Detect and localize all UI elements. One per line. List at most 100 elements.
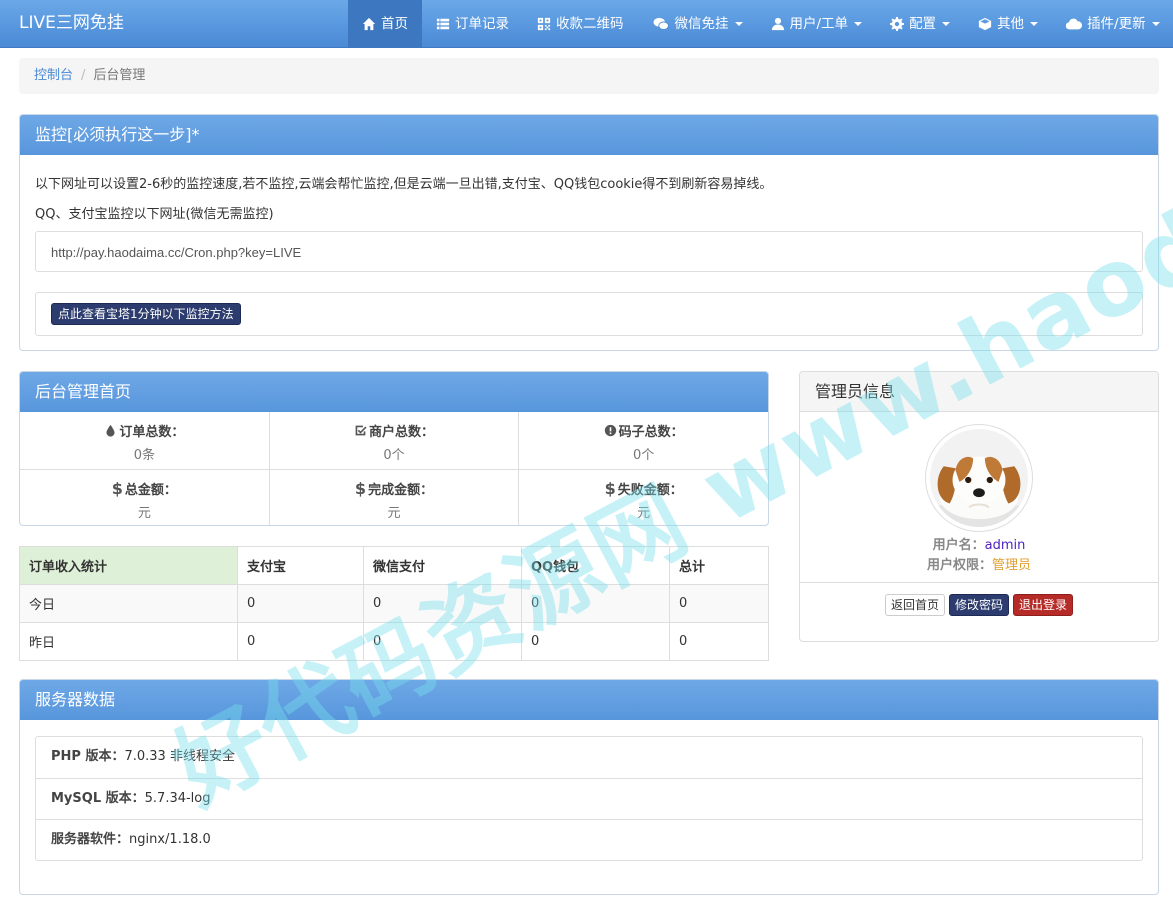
- stat-order-total-value: 0条: [133, 448, 155, 463]
- server-info-value: 5.7.34-log: [144, 791, 211, 806]
- nav-other[interactable]: 其他: [964, 0, 1052, 48]
- table-row: 今日 0 0 0 0: [19, 584, 769, 623]
- admin-button-row: 返回首页 修改密码 退出登录: [800, 594, 1158, 616]
- server-data-panel: 服务器数据 PHP 版本：7.0.33 非线程安全 MySQL 版本：5.7.3…: [19, 679, 1159, 895]
- table-cell: 0: [521, 584, 670, 623]
- table-cell: 0: [237, 584, 364, 623]
- stats-panel-title: 后台管理首页: [20, 372, 768, 412]
- table-header: 支付宝: [237, 546, 364, 585]
- table-header: 微信支付: [363, 546, 522, 585]
- stat-amount-total-label: $ 总金额：: [20, 479, 269, 498]
- table-row: 昨日 0 0 0 0: [19, 622, 769, 661]
- breadcrumb-separator: /: [81, 68, 86, 83]
- stat-amount-complete-label: $ 完成金额：: [270, 479, 519, 498]
- caret-down-icon: [942, 22, 951, 26]
- stats-grid: 订单总数： 0条 商户总数： 0个 码子总数： 0个 $ 总金额： 元 $ 完成…: [20, 412, 768, 525]
- table-cell: 0: [363, 584, 522, 623]
- nav-user[interactable]: 用户/工单: [757, 0, 877, 48]
- list-item: PHP 版本：7.0.33 非线程安全: [36, 737, 1142, 778]
- role-label: 用户权限：: [926, 558, 992, 573]
- stat-label-text: 订单总数：: [119, 425, 185, 440]
- stat-merchant-total-value: 0个: [383, 448, 405, 463]
- stat-label-text: 商户总数：: [369, 425, 435, 440]
- stat-amount-total: $ 总金额： 元: [20, 470, 269, 525]
- server-panel-title: 服务器数据: [20, 680, 1158, 720]
- stat-order-total-label: 订单总数：: [20, 421, 269, 440]
- stats-panel: 后台管理首页 订单总数： 0条 商户总数： 0个 码子总数： 0个 $ 总金额：…: [19, 371, 769, 526]
- server-info-label: MySQL 版本：: [51, 791, 145, 806]
- stat-amount-complete: $ 完成金额： 元: [268, 470, 519, 525]
- back-home-button[interactable]: 返回首页: [884, 594, 945, 616]
- nav-qrcode[interactable]: 收款二维码: [523, 0, 638, 48]
- caret-down-icon: [1151, 22, 1160, 26]
- monitor-button-box: 点此查看宝塔1分钟以下监控方法: [35, 292, 1143, 336]
- monitor-url[interactable]: http://pay.haodaima.cc/Cron.php?key=LIVE: [51, 245, 301, 260]
- server-info-value: nginx/1.18.0: [129, 832, 211, 847]
- caret-down-icon: [1030, 22, 1039, 26]
- server-info-label: 服务器软件：: [51, 832, 130, 847]
- stat-merchant-total-label: 商户总数：: [270, 421, 519, 440]
- nav-user-label: 用户/工单: [789, 16, 849, 32]
- stat-merchant-total: 商户总数： 0个: [268, 412, 519, 469]
- cube-icon: [978, 17, 992, 31]
- nav-plugins[interactable]: 插件/更新: [1052, 0, 1173, 48]
- table-cell: 0: [363, 622, 522, 661]
- nav-wechat-label: 微信免挂: [674, 16, 729, 32]
- nav-qrcode-label: 收款二维码: [556, 16, 624, 32]
- avatar: [925, 424, 1033, 532]
- user-icon: [771, 17, 784, 31]
- breadcrumb: 控制台 / 后台管理: [19, 58, 1159, 94]
- brand-title[interactable]: LIVE三网免挂: [19, 0, 124, 48]
- stats-row: 订单总数： 0条 商户总数： 0个 码子总数： 0个: [20, 412, 768, 469]
- dollar-icon: $: [354, 479, 367, 498]
- stat-code-total: 码子总数： 0个: [518, 412, 768, 469]
- stat-amount-total-value: 元: [137, 506, 151, 521]
- gear-icon: [890, 17, 905, 31]
- list-item: 服务器软件：nginx/1.18.0: [36, 819, 1142, 860]
- wechat-icon: [653, 17, 669, 30]
- qrcode-icon: [537, 17, 551, 31]
- table-cell: 0: [669, 584, 769, 623]
- nav-orders[interactable]: 订单记录: [422, 0, 523, 48]
- home-icon: [362, 17, 376, 31]
- stat-label-text: 码子总数：: [618, 425, 684, 440]
- caret-down-icon: [854, 22, 863, 26]
- nav-orders-label: 订单记录: [455, 16, 509, 32]
- server-info-list: PHP 版本：7.0.33 非线程安全 MySQL 版本：5.7.34-log …: [35, 736, 1143, 861]
- admin-info-panel: 管理员信息 用户名：admin 用户权限：管理员 返回首页 修改密码 退出登录: [799, 371, 1159, 642]
- list-icon: [436, 18, 450, 30]
- table-cell: 0: [237, 622, 364, 661]
- nav-other-label: 其他: [997, 16, 1025, 32]
- username-label: 用户名：: [932, 538, 985, 553]
- admin-username-line: 用户名：admin: [800, 534, 1158, 553]
- server-info-value: 7.0.33 非线程安全: [124, 749, 235, 764]
- nav-menu: 首页 订单记录 收款二维码 微信免挂 用户/工单 配置 其他 插件/更新: [348, 0, 1173, 48]
- nav-home[interactable]: 首页: [348, 0, 422, 48]
- stat-amount-failed-value: 元: [637, 506, 651, 521]
- server-info-label: PHP 版本：: [51, 749, 125, 764]
- cloud-icon: [1066, 18, 1083, 30]
- logout-button[interactable]: 退出登录: [1013, 594, 1074, 616]
- stat-label-text: 完成金额：: [368, 483, 434, 498]
- monitor-panel-title: 监控[必须执行这一步]*: [20, 115, 1158, 155]
- stat-label-text: 总金额：: [124, 483, 177, 498]
- stat-label-text: 失败金额：: [617, 483, 683, 498]
- stats-row: $ 总金额： 元 $ 完成金额： 元 $ 失败金额： 元: [20, 469, 768, 525]
- nav-plugins-label: 插件/更新: [1087, 16, 1146, 32]
- breadcrumb-current: 后台管理: [93, 68, 146, 83]
- table-header: QQ钱包: [521, 546, 670, 585]
- view-bt-monitor-method-button[interactable]: 点此查看宝塔1分钟以下监控方法: [51, 303, 241, 325]
- income-stats-table: 订单收入统计 支付宝 微信支付 QQ钱包 总计 今日 0 0 0 0 昨日 0 …: [19, 546, 769, 661]
- role-value: 管理员: [992, 558, 1032, 573]
- nav-config[interactable]: 配置: [876, 0, 964, 48]
- change-password-button[interactable]: 修改密码: [948, 594, 1009, 616]
- monitor-description: 以下网址可以设置2-6秒的监控速度,若不监控,云端会帮忙监控,但是云端一旦出错,…: [35, 177, 773, 192]
- admin-panel-title: 管理员信息: [800, 372, 1158, 412]
- list-item: MySQL 版本：5.7.34-log: [36, 778, 1142, 819]
- exclamation-circle-icon: [604, 424, 616, 437]
- breadcrumb-home-link[interactable]: 控制台: [34, 68, 73, 83]
- nav-home-label: 首页: [381, 16, 408, 32]
- caret-down-icon: [734, 22, 743, 26]
- nav-wechat[interactable]: 微信免挂: [638, 0, 757, 48]
- monitor-panel: 监控[必须执行这一步]* 以下网址可以设置2-6秒的监控速度,若不监控,云端会帮…: [19, 114, 1159, 351]
